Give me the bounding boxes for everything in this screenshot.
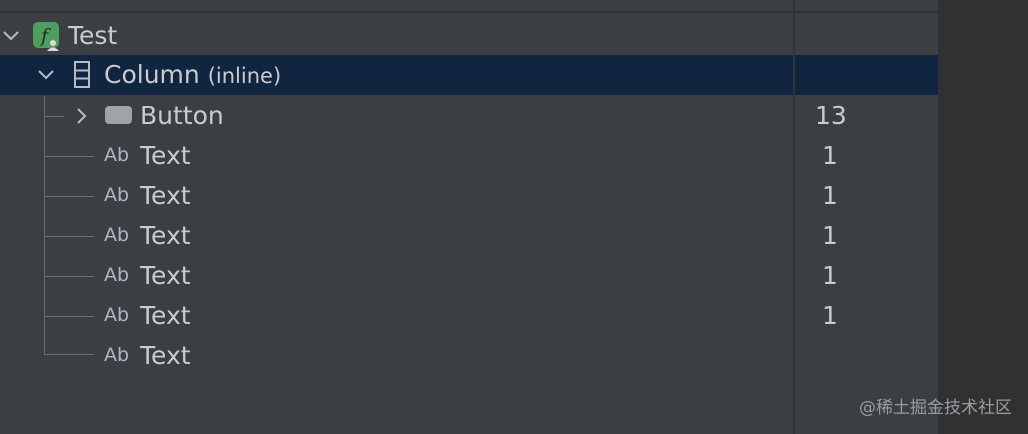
column-layout-icon — [74, 61, 90, 88]
recomposition-count: 1 — [822, 221, 838, 250]
tree-guide-branch — [44, 354, 94, 355]
text-component-icon: Ab — [104, 304, 130, 326]
text-component-icon: Ab — [104, 264, 130, 286]
tree-guide-branch — [44, 196, 94, 197]
tree-label-column: Column (inline) — [104, 61, 281, 90]
tree-row-column[interactable]: Column (inline) — [0, 55, 938, 95]
tree-label-text: Text — [140, 221, 191, 250]
tree-row-text[interactable]: Ab Text 1 — [0, 296, 938, 336]
composable-function-icon: f — [33, 22, 59, 51]
tree-row-button[interactable]: Button 13 — [0, 96, 938, 136]
text-component-icon: Ab — [104, 184, 130, 206]
tree-guide-branch — [44, 156, 94, 157]
tree-row-text[interactable]: Ab Text 1 — [0, 136, 938, 176]
tree-row-text[interactable]: Ab Text 1 — [0, 216, 938, 256]
recomposition-count: 1 — [822, 301, 838, 330]
column-inline-suffix: (inline) — [207, 64, 282, 88]
tree-row-text[interactable]: Ab Text 1 — [0, 256, 938, 296]
tree-row-root[interactable]: f Test — [0, 16, 938, 56]
chevron-down-icon[interactable] — [0, 25, 22, 47]
right-gutter — [938, 0, 1028, 434]
tree-label-text: Text — [140, 301, 191, 330]
tree-label-text: Text — [140, 141, 191, 170]
recomposition-count: 13 — [815, 101, 847, 130]
text-component-icon: Ab — [104, 224, 130, 246]
tree-label-button: Button — [140, 101, 224, 130]
tree-label-root: Test — [68, 21, 118, 50]
panel-header-border — [0, 0, 938, 13]
component-tree-panel: f Test Column (inline) Button 13 Ab Text… — [0, 0, 1028, 434]
watermark: @稀土掘金技术社区 — [859, 398, 1012, 418]
text-component-icon: Ab — [104, 344, 130, 366]
recomposition-count: 1 — [822, 261, 838, 290]
text-component-icon: Ab — [104, 144, 130, 166]
column-divider[interactable] — [793, 0, 795, 434]
tree-guide-branch — [44, 316, 94, 317]
button-component-icon — [105, 106, 132, 124]
tree-label-text: Text — [140, 261, 191, 290]
recomposition-count: 1 — [822, 181, 838, 210]
tree-label-text: Text — [140, 181, 191, 210]
tree-row-text[interactable]: Ab Text — [0, 336, 938, 376]
chevron-down-icon[interactable] — [35, 64, 57, 86]
column-name: Column — [104, 60, 200, 89]
tree-guide-branch — [44, 116, 64, 117]
tree-guide-branch — [44, 276, 94, 277]
tree-label-text: Text — [140, 341, 191, 370]
tree-guide-branch — [44, 236, 94, 237]
chevron-right-icon[interactable] — [70, 105, 92, 127]
tree-row-text[interactable]: Ab Text 1 — [0, 176, 938, 216]
recomposition-count: 1 — [822, 141, 838, 170]
